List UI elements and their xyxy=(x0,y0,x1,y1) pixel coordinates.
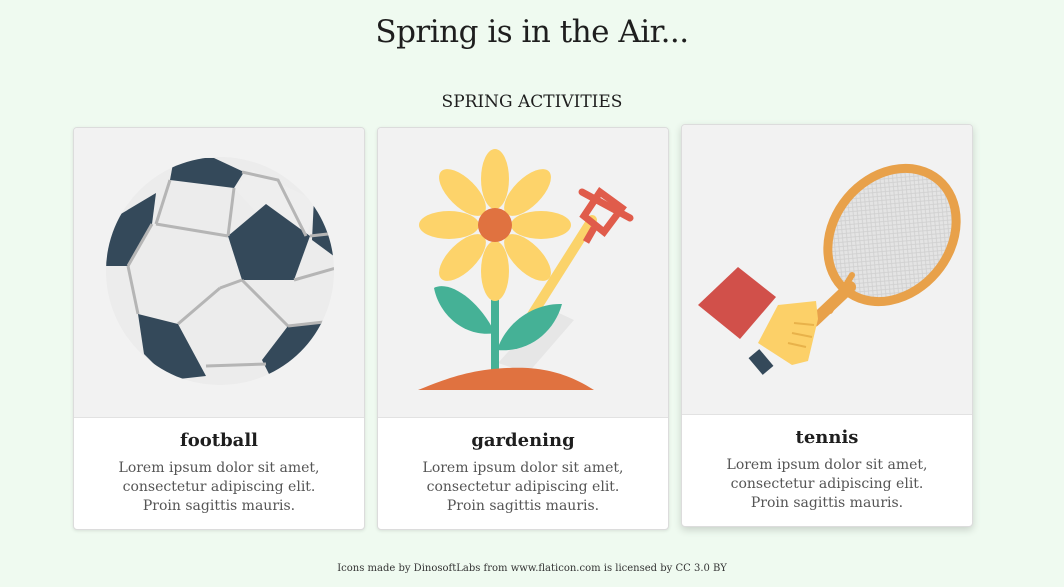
card-title: tennis xyxy=(795,427,859,448)
section-title: SPRING ACTIVITIES xyxy=(441,92,623,112)
card-title: football xyxy=(180,430,258,451)
page-title: Spring is in the Air... xyxy=(375,14,689,50)
card-description: Lorem ipsum dolor sit amet, consectetur … xyxy=(726,457,928,511)
icon-credit: Icons made by DinosoftLabs from www.flat… xyxy=(337,563,727,574)
tennis-racket-icon xyxy=(698,163,961,375)
card-image xyxy=(378,128,668,418)
card-image xyxy=(682,125,972,415)
card-description: Lorem ipsum dolor sit amet, consectetur … xyxy=(118,460,320,514)
sunflower-shovel-icon xyxy=(418,149,634,390)
activity-card-football[interactable]: football Lorem ipsum dolor sit amet, con… xyxy=(73,127,365,530)
card-title: gardening xyxy=(471,430,575,451)
card-image xyxy=(74,128,364,418)
activity-card-gardening[interactable]: gardening Lorem ipsum dolor sit amet, co… xyxy=(377,127,669,530)
soccer-ball-icon xyxy=(106,157,334,385)
activity-card-tennis[interactable]: tennis Lorem ipsum dolor sit amet, conse… xyxy=(681,124,973,527)
card-description: Lorem ipsum dolor sit amet, consectetur … xyxy=(422,460,624,514)
